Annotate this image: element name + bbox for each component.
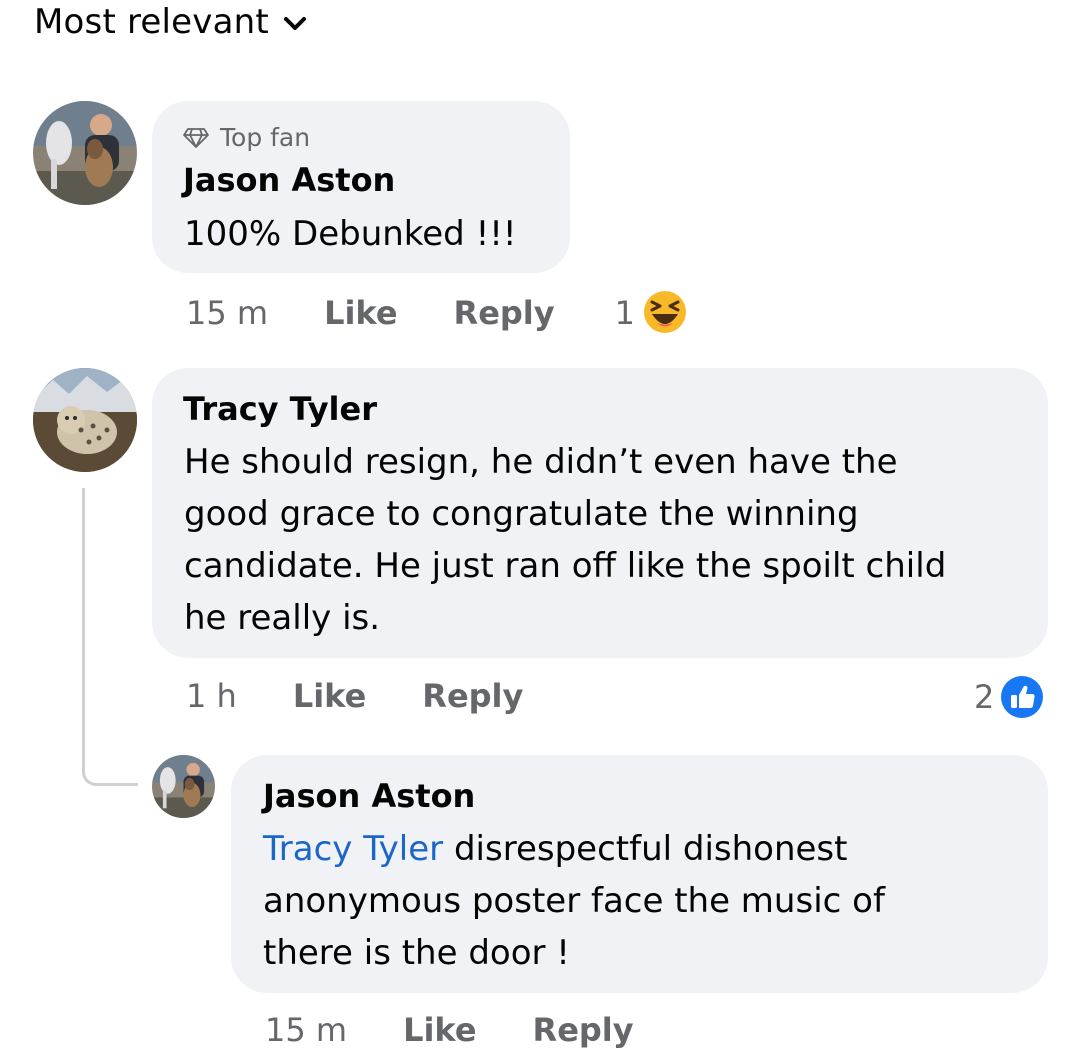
sort-label: Most relevant	[34, 2, 269, 42]
like-button[interactable]: Like	[403, 1011, 476, 1049]
reply-text: Tracy Tyler disrespectful dishonest anon…	[263, 823, 885, 979]
avatar[interactable]	[33, 101, 137, 205]
diamond-icon	[183, 127, 209, 148]
comment-time: 15 m	[186, 294, 269, 332]
like-button[interactable]: Like	[293, 677, 366, 715]
reply-button[interactable]: Reply	[454, 294, 555, 332]
reply-text-line: Tracy Tyler disrespectful dishonest	[263, 823, 885, 875]
top-fan-label: Top fan	[220, 123, 311, 152]
comment-author[interactable]: Tracy Tyler	[183, 390, 377, 428]
reply-button[interactable]: Reply	[533, 1011, 634, 1049]
comment-text: He should resign, he didn’t even have th…	[184, 436, 946, 644]
reply-actions: 15 m Like Reply	[265, 1011, 690, 1049]
comment-text-line: He should resign, he didn’t even have th…	[184, 442, 898, 482]
avatar[interactable]	[33, 368, 137, 472]
reply-text-rest: disrespectful dishonest	[443, 829, 848, 869]
comment-text-line: he really is.	[184, 598, 381, 638]
like-button[interactable]: Like	[324, 294, 397, 332]
reply-text-line: there is the door !	[263, 933, 570, 973]
thread-connector	[82, 488, 138, 786]
comment-bubble: Top fan Jason Aston 100% Debunked !!!	[152, 101, 570, 273]
reply-bubble: Jason Aston Tracy Tyler disrespectful di…	[231, 755, 1048, 993]
top-fan-badge: Top fan	[182, 123, 310, 152]
mention-link[interactable]: Tracy Tyler	[263, 829, 443, 869]
comment-bubble: Tracy Tyler He should resign, he didn’t …	[152, 368, 1048, 658]
reply-text-line: anonymous poster face the music of	[263, 881, 885, 921]
comment-actions: 15 m Like Reply 1	[186, 290, 687, 334]
comment-author[interactable]: Jason Aston	[183, 161, 395, 199]
haha-reaction-icon[interactable]	[643, 290, 687, 334]
reply-time: 15 m	[265, 1011, 348, 1049]
comment-text: 100% Debunked !!!	[184, 214, 517, 254]
avatar[interactable]	[152, 755, 215, 818]
comment-time: 1 h	[186, 677, 237, 715]
reaction-count[interactable]: 1	[615, 294, 635, 332]
reaction-count: 2	[974, 678, 995, 716]
reply-button[interactable]: Reply	[422, 677, 523, 715]
sort-dropdown[interactable]: Most relevant	[34, 2, 307, 42]
comment-text-line: candidate. He just ran off like the spoi…	[184, 546, 947, 586]
comment-actions: 1 h Like Reply	[186, 677, 579, 715]
reaction-summary[interactable]: 2	[974, 675, 1044, 719]
chevron-down-icon	[283, 17, 306, 30]
reply-author[interactable]: Jason Aston	[263, 777, 475, 815]
like-reaction-icon	[1001, 676, 1044, 718]
comment-text-line: good grace to congratulate the winning	[184, 494, 859, 534]
